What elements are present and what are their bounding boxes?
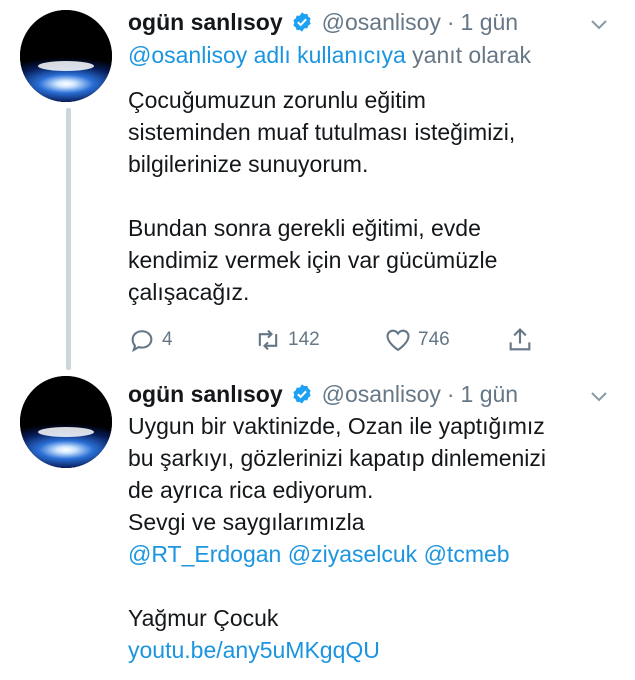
tweet-line: bilgilerinize sunuyorum. bbox=[128, 151, 369, 177]
mentions-line: @RT_Erdogan @ziyaselcuk @tcmeb bbox=[128, 538, 618, 570]
mention-link[interactable]: @RT_Erdogan bbox=[128, 541, 281, 567]
signature: Yağmur Çocuk bbox=[128, 605, 279, 631]
verified-badge-icon bbox=[293, 12, 311, 32]
avatar[interactable] bbox=[20, 376, 112, 468]
retweet-icon bbox=[258, 329, 278, 351]
mention-link[interactable]: @ziyaselcuk bbox=[288, 541, 417, 567]
retweet-button[interactable]: 142 bbox=[254, 320, 320, 360]
heart-icon bbox=[386, 329, 410, 352]
tweet-line: Bundan sonra gerekli eğitimi, evde bbox=[128, 215, 481, 241]
tweet-header: ogün sanlısoy @osanlisoy · 1 gün bbox=[128, 0, 518, 44]
tweet-line: Sevgi ve saygılarımızla bbox=[128, 509, 365, 535]
reply-to-suffix: yanıt olarak bbox=[412, 42, 532, 68]
verified-badge-icon bbox=[293, 384, 311, 404]
tweet-line: Uygun bir vaktinizde, Ozan ile yaptığımı… bbox=[128, 413, 545, 439]
tweet[interactable]: ogün sanlısoy @osanlisoy · 1 gün Uygun b… bbox=[0, 372, 635, 680]
reply-to-user-link[interactable]: @osanlisoy adlı kullanıcıya bbox=[128, 42, 406, 68]
retweet-count: 142 bbox=[288, 329, 320, 350]
tweet-actions: 4 142 746 bbox=[128, 320, 548, 360]
author-name[interactable]: ogün sanlısoy bbox=[128, 381, 283, 408]
chevron-down-icon[interactable] bbox=[589, 386, 609, 406]
mention-link[interactable]: @tcmeb bbox=[424, 541, 510, 567]
tweet-line: kendimiz vermek için var gücümüzle bbox=[128, 247, 498, 273]
author-handle[interactable]: @osanlisoy bbox=[322, 9, 441, 36]
share-icon bbox=[509, 328, 531, 351]
tweet-line: çalışacağız. bbox=[128, 279, 250, 305]
earth-horizon-image bbox=[20, 10, 112, 102]
chevron-down-icon[interactable] bbox=[589, 14, 609, 34]
author-handle[interactable]: @osanlisoy bbox=[322, 381, 441, 408]
reply-bubble-icon bbox=[131, 330, 153, 353]
tweet-line: bu şarkıyı, gözlerinizi kapatıp dinlemen… bbox=[128, 445, 547, 471]
like-count: 746 bbox=[418, 329, 450, 350]
tweet-text: Uygun bir vaktinizde, Ozan ile yaptığımı… bbox=[128, 410, 618, 666]
thread-connector-line bbox=[66, 108, 71, 370]
reply-button[interactable]: 4 bbox=[128, 320, 173, 360]
separator-dot: · bbox=[446, 380, 455, 407]
tweet[interactable]: ogün sanlısoy @osanlisoy · 1 gün @osanli… bbox=[0, 0, 635, 372]
timestamp[interactable]: 1 gün bbox=[461, 9, 519, 36]
tweet-line: sisteminden muaf tutulması isteğimizi, bbox=[128, 119, 516, 145]
reply-count: 4 bbox=[162, 329, 173, 350]
earth-horizon-image bbox=[20, 376, 112, 468]
separator-dot: · bbox=[446, 8, 455, 35]
like-button[interactable]: 746 bbox=[384, 320, 450, 360]
tweet-line: Çocuğumuzun zorunlu eğitim bbox=[128, 87, 426, 113]
avatar[interactable] bbox=[20, 10, 112, 102]
timestamp[interactable]: 1 gün bbox=[461, 381, 519, 408]
reply-context: @osanlisoy adlı kullanıcıya yanıt olarak bbox=[128, 42, 531, 69]
tweet-line: de ayrıca rica ediyorum. bbox=[128, 477, 374, 503]
share-button[interactable] bbox=[506, 320, 534, 360]
author-name[interactable]: ogün sanlısoy bbox=[128, 9, 283, 36]
tweet-text: Çocuğumuzun zorunlu eğitim sisteminden m… bbox=[128, 84, 618, 308]
url-link[interactable]: youtu.be/any5uMKgqQU bbox=[128, 637, 380, 663]
